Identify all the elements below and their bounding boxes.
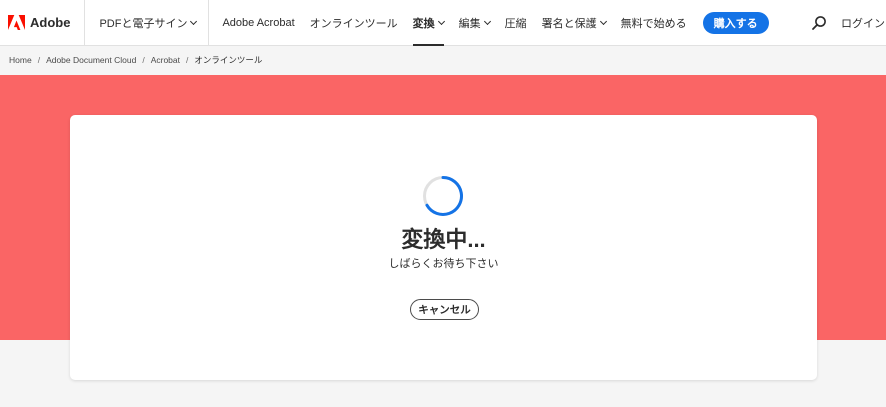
nav-online-tools[interactable]: オンラインツール xyxy=(310,0,398,46)
nav-sign-protect[interactable]: 署名と保護 xyxy=(541,0,607,46)
breadcrumb-separator: / xyxy=(37,55,41,65)
buy-button[interactable]: 購入する xyxy=(702,11,769,34)
loading-spinner-icon xyxy=(423,176,463,216)
chevron-down-icon xyxy=(599,17,607,25)
nav-edit-label: 編集 xyxy=(458,17,481,30)
nav-divider xyxy=(208,0,210,46)
cancel-button[interactable]: キャンセル xyxy=(410,299,479,320)
breadcrumb-document-cloud[interactable]: Adobe Document Cloud xyxy=(46,55,136,65)
adobe-logo-icon xyxy=(8,15,25,30)
conversion-dialog: 変換中... しばらくお待ち下さい キャンセル xyxy=(70,115,817,380)
login-link[interactable]: ログイン xyxy=(841,0,885,46)
brand[interactable]: Adobe xyxy=(0,0,86,46)
brand-name: Adobe xyxy=(30,15,71,30)
nav-edit[interactable]: 編集 xyxy=(458,0,491,46)
top-navigation: Adobe PDFと電子サイン Adobe Acrobat オンラインツール 変… xyxy=(0,0,886,46)
chevron-down-icon xyxy=(190,17,198,25)
breadcrumb-separator: / xyxy=(186,55,189,65)
breadcrumb-current: オンラインツール xyxy=(194,55,263,65)
nav-free-start[interactable]: 無料で始める xyxy=(621,0,687,46)
search-icon[interactable] xyxy=(811,15,827,31)
nav-compress[interactable]: 圧縮 xyxy=(505,0,527,46)
breadcrumb-home[interactable]: Home xyxy=(9,55,32,65)
dialog-title: 変換中... xyxy=(401,227,486,252)
nav-adobe-acrobat[interactable]: Adobe Acrobat xyxy=(222,0,294,46)
breadcrumb-separator: / xyxy=(142,55,145,65)
nav-pdf-sign-label: PDFと電子サイン xyxy=(99,17,188,30)
dialog-subtitle: しばらくお待ち下さい xyxy=(388,258,499,270)
nav-free-start-label: 無料で始める xyxy=(620,17,687,30)
breadcrumb: Home / Adobe Document Cloud / Acrobat / … xyxy=(9,52,262,68)
nav-convert-label: 変換 xyxy=(412,17,435,30)
nav-sign-protect-label: 署名と保護 xyxy=(541,17,597,30)
chevron-down-icon xyxy=(437,17,445,25)
nav-adobe-acrobat-label: Adobe Acrobat xyxy=(222,16,295,29)
breadcrumb-acrobat[interactable]: Acrobat xyxy=(151,55,180,65)
nav-convert[interactable]: 変換 xyxy=(412,0,445,46)
nav-online-tools-label: オンラインツール xyxy=(309,17,398,30)
chevron-down-icon xyxy=(483,17,491,25)
nav-compress-label: 圧縮 xyxy=(504,17,527,30)
nav-pdf-sign[interactable]: PDFと電子サイン xyxy=(99,0,198,46)
